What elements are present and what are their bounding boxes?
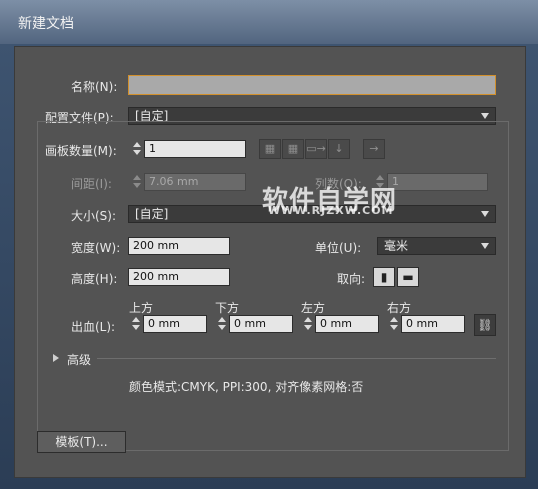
expand-triangle-icon[interactable]	[53, 354, 59, 362]
stepper-up-icon[interactable]	[304, 317, 312, 322]
stepper-down-icon[interactable]	[133, 183, 141, 188]
stepper-up-icon[interactable]	[376, 175, 384, 180]
stepper-up-icon[interactable]	[133, 142, 141, 147]
new-document-dialog: 新建文档 名称(N): 配置文件(P): [自定] 画板数量(M): 1 ▦ ▦…	[0, 0, 538, 489]
size-select[interactable]: [自定]	[128, 205, 496, 223]
arrange-by-row-icon[interactable]: ▭→	[305, 139, 327, 159]
bleed-bottom-input[interactable]: 0 mm	[229, 315, 293, 333]
title-bar[interactable]: 新建文档	[0, 0, 538, 44]
units-value: 毫米	[384, 239, 409, 253]
bleed-left-stepper[interactable]	[303, 315, 313, 333]
advanced-divider	[97, 358, 496, 359]
bleed-right-label: 右方	[387, 301, 412, 315]
stepper-down-icon[interactable]	[390, 325, 398, 330]
stepper-down-icon[interactable]	[218, 325, 226, 330]
spacing-input[interactable]: 7.06 mm	[144, 173, 246, 191]
orientation-label: 取向:	[337, 272, 366, 286]
name-input[interactable]	[128, 75, 496, 95]
advanced-summary: 颜色模式:CMYK, PPI:300, 对齐像素网格:否	[129, 380, 364, 394]
width-label: 宽度(W):	[71, 241, 121, 255]
height-label: 高度(H):	[71, 272, 118, 286]
dialog-body: 名称(N): 配置文件(P): [自定] 画板数量(M): 1 ▦ ▦ ▭→ ↓…	[14, 46, 526, 478]
stepper-down-icon[interactable]	[304, 325, 312, 330]
artboards-label: 画板数量(M):	[45, 144, 117, 158]
columns-stepper[interactable]	[375, 173, 385, 191]
stepper-up-icon[interactable]	[133, 175, 141, 180]
stepper-up-icon[interactable]	[132, 317, 140, 322]
bleed-right-input[interactable]: 0 mm	[401, 315, 465, 333]
bleed-bottom-stepper[interactable]	[217, 315, 227, 333]
bleed-top-label: 上方	[129, 301, 154, 315]
advanced-label[interactable]: 高级	[67, 351, 91, 368]
name-label: 名称(N):	[71, 80, 118, 94]
width-input[interactable]: 200 mm	[128, 237, 230, 255]
chevron-down-icon	[481, 113, 489, 119]
stepper-down-icon[interactable]	[133, 150, 141, 155]
size-label: 大小(S):	[71, 209, 117, 223]
bleed-label: 出血(L):	[71, 320, 116, 334]
size-value: [自定]	[135, 207, 169, 221]
stepper-down-icon[interactable]	[132, 325, 140, 330]
chevron-down-icon	[481, 243, 489, 249]
height-input[interactable]: 200 mm	[128, 268, 230, 286]
templates-button[interactable]: 模板(T)...	[37, 431, 126, 453]
spacing-stepper[interactable]	[132, 173, 142, 191]
bleed-top-stepper[interactable]	[131, 315, 141, 333]
bleed-left-label: 左方	[301, 301, 326, 315]
grid-by-row-icon[interactable]: ▦	[259, 139, 281, 159]
bleed-left-input[interactable]: 0 mm	[315, 315, 379, 333]
spacing-label: 间距(I):	[71, 177, 112, 191]
units-select[interactable]: 毫米	[377, 237, 496, 255]
landscape-icon[interactable]: ▬	[397, 267, 419, 287]
bleed-right-stepper[interactable]	[389, 315, 399, 333]
stepper-up-icon[interactable]	[218, 317, 226, 322]
bleed-top-input[interactable]: 0 mm	[143, 315, 207, 333]
columns-label: 列数(O):	[315, 177, 362, 191]
columns-input[interactable]: 1	[387, 173, 488, 191]
bleed-bottom-label: 下方	[215, 301, 240, 315]
chevron-down-icon	[481, 211, 489, 217]
artboards-stepper[interactable]	[132, 140, 142, 158]
units-label: 单位(U):	[315, 241, 362, 255]
chain-link-icon[interactable]: ⛓	[474, 314, 496, 336]
stepper-down-icon[interactable]	[376, 183, 384, 188]
window-title: 新建文档	[18, 16, 74, 32]
artboards-input[interactable]: 1	[144, 140, 246, 158]
stepper-up-icon[interactable]	[390, 317, 398, 322]
grid-by-column-icon[interactable]: ▦	[282, 139, 304, 159]
portrait-icon[interactable]: ▮	[373, 267, 395, 287]
right-to-left-icon[interactable]: →	[363, 139, 385, 159]
arrange-by-column-icon[interactable]: ↓	[328, 139, 350, 159]
